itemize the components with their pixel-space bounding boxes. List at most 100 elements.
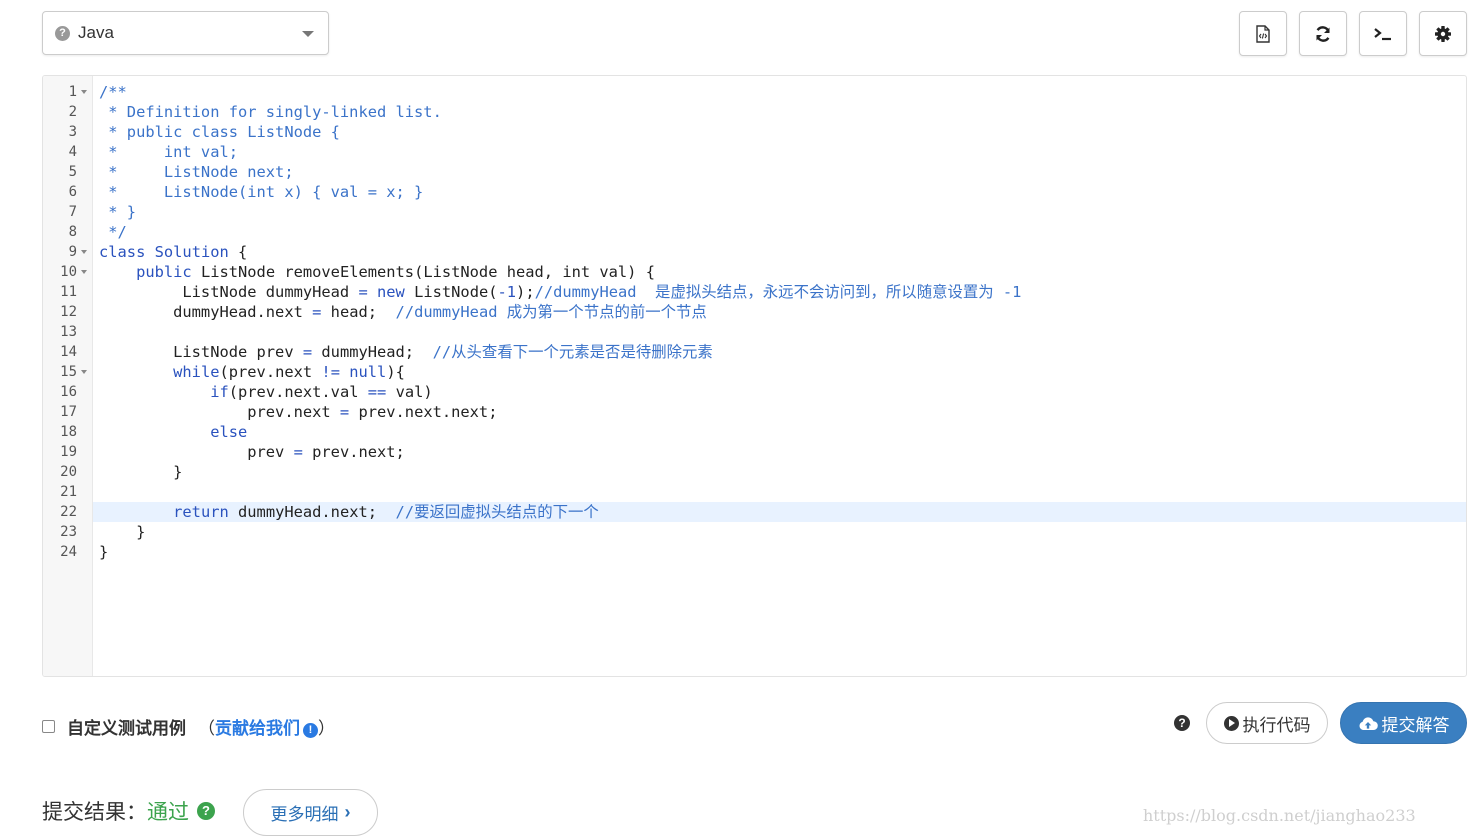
code-token: public [136,263,192,281]
code-token: */ [99,223,127,241]
run-code-button[interactable]: 执行代码 [1206,702,1328,744]
code-line[interactable]: class Solution { [93,242,1466,262]
line-number: 14 [60,344,77,360]
code-line-text: * Definition for singly-linked list. [99,102,442,122]
code-token: while [173,363,220,381]
line-number: 22 [60,504,77,520]
code-line-text: */ [99,222,127,242]
code-line[interactable]: * ListNode next; [93,162,1466,182]
result-status: 通过 [147,801,189,824]
code-line[interactable]: ListNode dummyHead = new ListNode(-1);//… [93,282,1466,302]
code-line-text: else [99,422,247,442]
code-token: ); [516,283,535,301]
code-token: Solution [154,243,229,261]
contribute-link[interactable]: 贡献给我们 [215,719,300,738]
code-token: dummyHead.next [99,303,313,321]
refresh-button[interactable] [1299,11,1347,56]
custom-test-checkbox[interactable] [42,720,55,733]
code-token: class [99,243,146,261]
code-token: ListNode prev [99,343,303,361]
code-line[interactable]: return dummyHead.next; //要返回虚拟头结点的下一个 [93,502,1466,522]
submission-result: 提交结果： 通过 ? [42,796,215,826]
code-line[interactable]: ListNode prev = dummyHead; //从头查看下一个元素是否… [93,342,1466,362]
code-token: prev.next [99,403,340,421]
code-line[interactable]: if(prev.next.val == val) [93,382,1466,402]
code-line[interactable]: prev = prev.next; [93,442,1466,462]
code-line[interactable]: else [93,422,1466,442]
code-line[interactable]: } [93,462,1466,482]
code-token: { [228,243,248,261]
code-line[interactable]: prev.next = prev.next.next; [93,402,1466,422]
submit-button[interactable]: 提交解答 [1340,702,1467,744]
code-token: != [321,363,340,381]
info-icon[interactable]: ! [303,723,318,738]
line-number: 13 [60,324,77,340]
code-token: //从头查看下一个元素是否是待删除元素 [432,343,713,361]
code-line[interactable]: * int val; [93,142,1466,162]
language-select[interactable]: ? Java [42,11,329,55]
more-details-button[interactable]: 更多明细 › [243,789,378,836]
code-line[interactable] [93,322,1466,342]
cloud-upload-icon [1358,716,1378,730]
language-selected-value: Java [78,23,114,42]
fold-arrow-icon[interactable] [81,90,87,94]
code-token: null [349,363,387,381]
code-line-text: prev = prev.next; [99,442,405,462]
code-line-text: if(prev.next.val == val) [99,382,432,402]
settings-button[interactable] [1419,11,1467,56]
code-line[interactable]: } [93,542,1466,562]
code-line[interactable]: while(prev.next != null){ [93,362,1466,382]
code-line-text: public ListNode removeElements(ListNode … [99,262,655,282]
code-token: dummyHead; [312,343,433,361]
code-line[interactable]: * public class ListNode { [93,122,1466,142]
fold-arrow-icon[interactable] [81,370,87,374]
code-line[interactable]: * Definition for singly-linked list. [93,102,1466,122]
help-icon[interactable]: ? [1174,715,1190,731]
code-file-button[interactable] [1239,11,1287,56]
code-line-text: prev.next = prev.next.next; [99,402,497,422]
code-line[interactable]: /** [93,82,1466,102]
line-number: 1 [68,84,77,100]
code-line[interactable]: } [93,522,1466,542]
line-number-gutter: 1 2 3 4 5 6 7 8 9 10 11 12 13 14 15 16 17 18 19 20 21 22 23 24 [43,76,93,676]
code-token: return [173,503,229,521]
line-number: 4 [68,144,77,160]
code-token: * ListNode(int x) { val = x; } [99,183,424,201]
code-file-icon [1256,24,1270,43]
code-editor[interactable]: 1 2 3 4 5 6 7 8 9 10 11 12 13 14 15 16 17 18 19 20 21 22 23 24 … [42,75,1467,677]
console-button[interactable] [1359,11,1407,56]
code-token: } [99,463,183,481]
code-line-text: /** [99,82,127,102]
more-details-label: 更多明细 [270,805,339,824]
code-token: prev [99,443,294,461]
help-circle-icon: ? [197,802,215,820]
code-line[interactable]: */ [93,222,1466,242]
code-line[interactable]: * ListNode(int x) { val = x; } [93,182,1466,202]
code-line-text: ListNode prev = dummyHead; //从头查看下一个元素是否… [99,342,713,362]
code-token: //dummyHead 是虚拟头结点，永远不会访问到，所以随意设置为 -1 [534,283,1022,301]
run-code-label: 执行代码 [1242,715,1311,735]
code-line-text: * public class ListNode { [99,122,340,142]
line-number: 8 [68,224,77,240]
code-area[interactable]: /** * Definition for singly-linked list.… [93,76,1466,676]
custom-test-label: 自定义测试用例 [67,719,186,738]
fold-arrow-icon[interactable] [81,250,87,254]
code-token: = [302,343,313,361]
code-line[interactable]: * } [93,202,1466,222]
code-line[interactable]: public ListNode removeElements(ListNode … [93,262,1466,282]
code-line[interactable] [93,482,1466,502]
fold-arrow-icon[interactable] [81,270,87,274]
code-line[interactable]: dummyHead.next = head; //dummyHead 成为第一个… [93,302,1466,322]
line-number: 23 [60,524,77,540]
code-token: head; [321,303,396,321]
code-token: = [358,283,368,301]
code-token: //要返回虚拟头结点的下一个 [395,503,599,521]
code-line-text: while(prev.next != null){ [99,362,405,382]
line-number: 2 [68,104,77,120]
code-line-text: } [99,522,145,542]
